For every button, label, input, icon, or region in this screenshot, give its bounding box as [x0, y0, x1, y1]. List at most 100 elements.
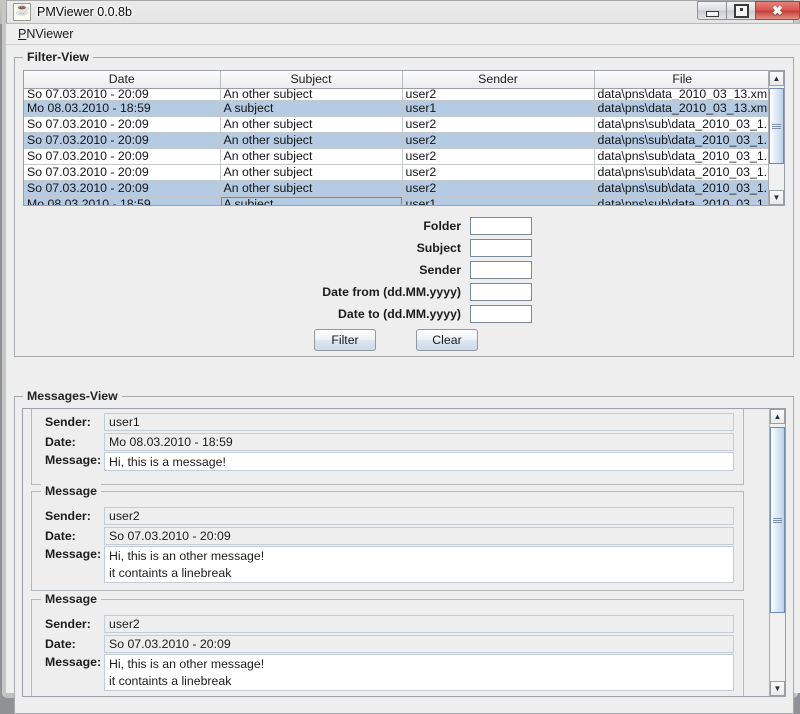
messages-table-vertical-scrollbar[interactable]: ▲ ▼	[768, 71, 784, 205]
message-sender-row: Sender: user2	[32, 506, 743, 526]
messages-view-panel: Messages-View Message Sender: user1 Date: Mo…	[14, 389, 794, 714]
application-window: PMViewer 0.0.8b ✖ PNViewer Filter-View	[2, 0, 800, 714]
restore-icon	[733, 3, 749, 18]
scrollbar-grip-icon	[772, 123, 781, 129]
cell-file[interactable]: data\pns\data_2010_03_13.xml	[594, 88, 768, 101]
cell-file[interactable]: data\pns\sub\data_2010_03_1...	[594, 116, 768, 133]
message-date-value[interactable]: So 07.03.2010 - 20:09	[104, 527, 734, 545]
cell-file[interactable]: data\pns\sub\data_2010_03_1...	[594, 196, 768, 205]
message-group: Message Sender: user2 Date: So 07.03.2010 - …	[31, 592, 744, 696]
message-sender-value[interactable]: user1	[104, 413, 734, 431]
messages-scroll-up-arrow-icon[interactable]: ▲	[770, 409, 785, 424]
column-header-sender[interactable]: Sender	[402, 71, 595, 89]
cell-sender[interactable]: user1	[402, 196, 595, 205]
filter-label-date-from-dd-mm-yyyy: Date from (dd.MM.yyyy)	[322, 285, 461, 299]
cell-date[interactable]: Mo 08.03.2010 - 18:59	[24, 100, 221, 117]
messages-view-title: Messages-View	[23, 389, 122, 403]
message-body-value[interactable]: Hi, this is an other message! it contain…	[104, 546, 734, 583]
filter-input-date-from-dd-mm-yyyy[interactable]	[470, 283, 532, 301]
table-row[interactable]: So 07.03.2010 - 20:09 An other subject use…	[24, 148, 768, 165]
message-date-value[interactable]: So 07.03.2010 - 20:09	[104, 635, 734, 653]
window-controls: ✖	[697, 1, 800, 20]
messages-scrollbar-grip-icon	[773, 517, 782, 523]
title-bar[interactable]: PMViewer 0.0.8b ✖	[6, 0, 800, 23]
filter-input-date-to-dd-mm-yyyy[interactable]	[470, 305, 532, 323]
cell-subject[interactable]: A subject	[220, 196, 403, 205]
cell-subject[interactable]: An other subject	[220, 132, 403, 149]
cell-date[interactable]: So 07.03.2010 - 20:09	[24, 148, 221, 165]
cell-date[interactable]: So 07.03.2010 - 20:09	[24, 164, 221, 181]
message-sender-value[interactable]: user2	[104, 507, 734, 525]
column-header-file[interactable]: File	[594, 71, 768, 89]
maximize-button[interactable]	[726, 1, 755, 20]
scroll-up-arrow-icon[interactable]: ▲	[769, 71, 784, 86]
table-row[interactable]: So 07.03.2010 - 20:09 An other subject use…	[24, 88, 768, 101]
messages-list: Message Sender: user1 Date: Mo 08.03.2010 - …	[23, 409, 769, 696]
column-header-subject[interactable]: Subject	[220, 71, 403, 89]
window-title: PMViewer 0.0.8b	[37, 4, 132, 19]
table-header-row: Date Subject Sender File	[24, 71, 768, 89]
table-row[interactable]: So 07.03.2010 - 20:09 An other subject use…	[24, 180, 768, 197]
cell-subject[interactable]: A subject	[220, 100, 403, 117]
messages-scrollbar-thumb[interactable]	[770, 427, 785, 613]
menu-item-pnviewer-label-rest: NViewer	[26, 27, 74, 41]
table-row[interactable]: So 07.03.2010 - 20:09 An other subject use…	[24, 164, 768, 181]
cell-sender[interactable]: user1	[402, 100, 595, 117]
filter-field-row: Subject	[15, 238, 777, 258]
table-row[interactable]: So 07.03.2010 - 20:09 An other subject use…	[24, 116, 768, 133]
messages-table-viewport[interactable]: Date Subject Sender File So 07.03.2010 -…	[24, 71, 768, 205]
filter-input-sender[interactable]	[470, 261, 532, 279]
filter-input-folder[interactable]	[470, 217, 532, 235]
message-group-body: Sender: user1 Date: Mo 08.03.2010 - 18:59 Me…	[32, 409, 743, 471]
cell-date[interactable]: So 07.03.2010 - 20:09	[24, 132, 221, 149]
cell-sender[interactable]: user2	[402, 148, 595, 165]
cell-subject[interactable]: An other subject	[220, 148, 403, 165]
table-row[interactable]: Mo 08.03.2010 - 18:59 A subject user1 data\…	[24, 100, 768, 117]
cell-subject[interactable]: An other subject	[220, 164, 403, 181]
cell-date[interactable]: So 07.03.2010 - 20:09	[24, 180, 221, 197]
cell-sender[interactable]: user2	[402, 180, 595, 197]
table-row[interactable]: So 07.03.2010 - 20:09 An other subject use…	[24, 132, 768, 149]
message-group: MessageSender:user1Date:Mo 08.03.2010 - …	[31, 409, 744, 485]
message-sender-value[interactable]: user2	[104, 615, 734, 633]
minimize-button[interactable]	[697, 1, 726, 20]
cell-sender[interactable]: user2	[402, 116, 595, 133]
message-date-value[interactable]: Mo 08.03.2010 - 18:59	[104, 433, 734, 451]
column-header-date[interactable]: Date	[24, 71, 221, 89]
cell-date[interactable]: Mo 08.03.2010 - 18:59	[24, 196, 221, 205]
message-sender-label: Sender:	[45, 617, 91, 631]
message-body-value[interactable]: Hi, this is an other message! it contain…	[104, 654, 734, 691]
filter-input-subject[interactable]	[470, 239, 532, 257]
cell-sender[interactable]: user2	[402, 88, 595, 101]
client-area: PNViewer Filter-View Date Subject Sender…	[6, 23, 800, 714]
table-row[interactable]: Mo 08.03.2010 - 18:59 A subject user1 data\…	[24, 196, 768, 205]
cell-file[interactable]: data\pns\sub\data_2010_03_1...	[594, 180, 768, 197]
clear-button[interactable]: Clear	[416, 329, 478, 351]
messages-table[interactable]: Date Subject Sender File So 07.03.2010 -…	[24, 71, 768, 205]
message-date-row: Date: So 07.03.2010 - 20:09	[32, 634, 743, 654]
menu-item-pnviewer[interactable]: PNViewer	[15, 26, 76, 42]
cell-file[interactable]: data\pns\sub\data_2010_03_1...	[594, 164, 768, 181]
cell-file[interactable]: data\pns\sub\data_2010_03_1...	[594, 148, 768, 165]
message-date-row: Date: Mo 08.03.2010 - 18:59	[32, 432, 743, 452]
filter-field-row: Date from (dd.MM.yyyy)	[15, 282, 777, 302]
cell-date[interactable]: So 07.03.2010 - 20:09	[24, 116, 221, 133]
message-body-row: Message: Hi, this is a message!	[32, 452, 743, 471]
messages-scroll-down-arrow-icon[interactable]: ▼	[770, 681, 785, 696]
cell-file[interactable]: data\pns\sub\data_2010_03_1...	[594, 132, 768, 149]
filter-form-rows: Folder Subject Sender Date from (dd.MM.yyyy…	[15, 216, 777, 324]
messages-vertical-scrollbar[interactable]: ▲ ▼	[769, 409, 785, 696]
message-body-value[interactable]: Hi, this is a message!	[104, 452, 734, 471]
close-button[interactable]: ✖	[755, 1, 800, 20]
scrollbar-thumb[interactable]	[769, 88, 784, 164]
scroll-down-arrow-icon[interactable]: ▼	[769, 190, 784, 205]
cell-file[interactable]: data\pns\data_2010_03_13.xml	[594, 100, 768, 117]
cell-date[interactable]: So 07.03.2010 - 20:09	[24, 88, 221, 101]
cell-subject[interactable]: An other subject	[220, 116, 403, 133]
cell-subject[interactable]: An other subject	[220, 88, 403, 101]
cell-subject[interactable]: An other subject	[220, 180, 403, 197]
filter-button[interactable]: Filter	[314, 329, 376, 351]
cell-sender[interactable]: user2	[402, 164, 595, 181]
message-sender-label: Sender:	[45, 415, 91, 429]
cell-sender[interactable]: user2	[402, 132, 595, 149]
